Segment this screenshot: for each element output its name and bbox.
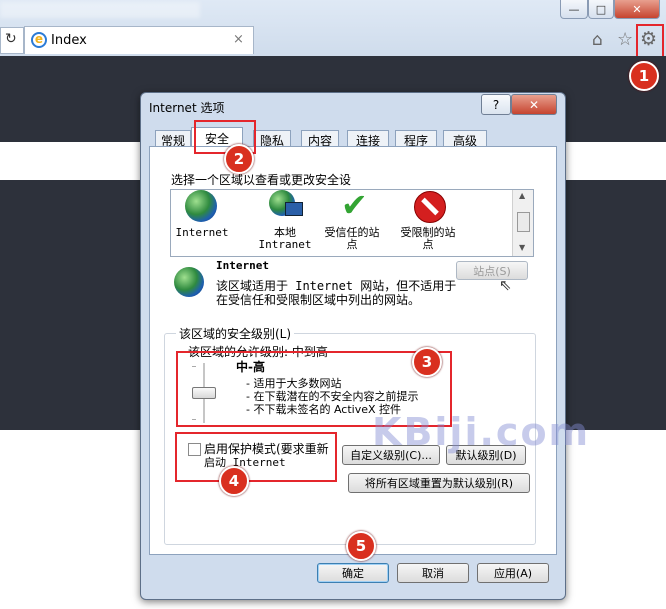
highlight-box-gear: [636, 24, 664, 58]
dialog-close-button[interactable]: ✕: [511, 94, 557, 115]
callout-badge-5: 5: [346, 531, 376, 561]
internet-options-dialog: Internet 选项 ? ✕ 常规 安全 隐私 内容 连接 程序 高级 选择一…: [140, 92, 566, 600]
globe-icon: [174, 267, 204, 297]
selected-zone-desc-line2: 在受信任和受限制区域中列出的网站。: [216, 293, 421, 307]
refresh-icon: ↻: [5, 31, 17, 47]
blurred-window-title: [0, 2, 200, 18]
tab-title: Index: [51, 33, 87, 48]
browser-tab[interactable]: e Index ×: [24, 26, 254, 54]
maximize-button[interactable]: □: [588, 0, 614, 19]
cancel-button[interactable]: 取消: [397, 563, 469, 583]
apply-button[interactable]: 应用(A): [477, 563, 549, 583]
restricted-icon: [414, 191, 446, 223]
minimize-button[interactable]: —: [560, 0, 588, 19]
zone-label: Intranet: [258, 238, 312, 251]
zone-prompt: 选择一个区域以查看或更改安全设: [171, 173, 352, 187]
dialog-title: Internet 选项: [149, 101, 225, 115]
tab-close-icon[interactable]: ×: [233, 32, 244, 47]
zone-trusted-sites[interactable]: ✔ 受信任的站 点: [317, 186, 387, 252]
zone-internet[interactable]: Internet: [171, 190, 233, 246]
zone-local-intranet[interactable]: 本地 Intranet: [255, 190, 317, 252]
reset-all-zones-button[interactable]: 将所有区域重置为默认级别(R): [348, 473, 530, 493]
checkmark-icon: ✔: [341, 186, 368, 224]
highlight-box-protected-mode: [175, 432, 337, 482]
zone-label: 点: [346, 238, 358, 251]
globe-icon: [185, 190, 217, 222]
monitor-icon: [285, 202, 303, 216]
zone-restricted-sites[interactable]: 受限制的站 点: [393, 190, 463, 252]
callout-badge-1: 1: [629, 61, 659, 91]
callout-badge-3: 3: [412, 347, 442, 377]
security-level-group-label: 该区域的安全级别(L): [176, 325, 295, 342]
callout-badge-2: 2: [224, 144, 254, 174]
refresh-button[interactable]: ↻: [0, 27, 24, 54]
help-button[interactable]: ?: [481, 94, 511, 115]
mouse-cursor-icon: ⇖: [499, 276, 512, 294]
zone-label: 点: [422, 238, 434, 251]
window-close-button[interactable]: ✕: [614, 0, 660, 19]
ok-button[interactable]: 确定: [317, 563, 389, 583]
zone-list-scrollbar[interactable]: ▲ ▼: [512, 190, 533, 256]
ie-icon: e: [31, 32, 47, 48]
callout-badge-4: 4: [219, 466, 249, 496]
zone-list: Internet 本地 Intranet ✔ 受信任的站 点 受限制的站 点 ▲…: [170, 186, 534, 257]
star-icon[interactable]: ☆: [617, 29, 633, 50]
home-icon[interactable]: ⌂: [592, 30, 603, 50]
sites-button[interactable]: 站点(S): [456, 261, 528, 280]
selected-zone-name: Internet: [216, 259, 269, 272]
zone-label: Internet: [175, 226, 229, 239]
watermark: KBiji.com: [372, 410, 591, 454]
